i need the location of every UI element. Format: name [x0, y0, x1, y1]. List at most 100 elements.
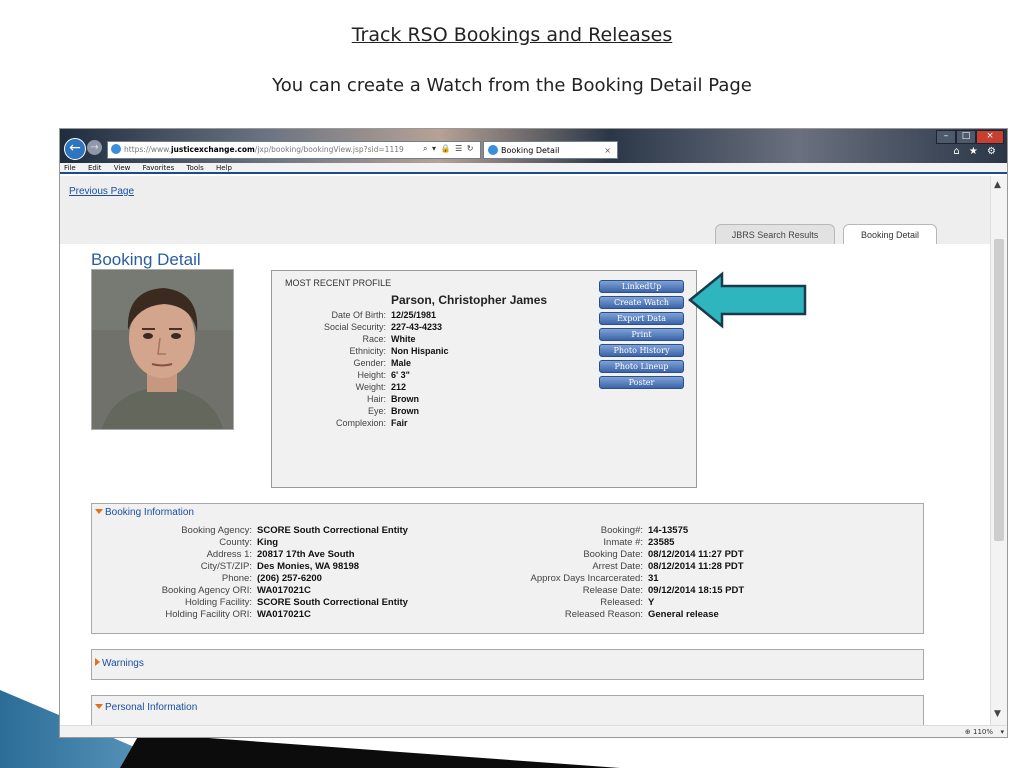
- print-button[interactable]: Print: [599, 328, 684, 341]
- profile-label: Social Security:: [323, 322, 386, 332]
- tab-title: Booking Detail: [501, 146, 560, 155]
- booking-photo: [91, 269, 234, 430]
- warnings-toggle[interactable]: Warnings: [95, 658, 144, 669]
- zoom-icon: ⊕: [964, 728, 971, 736]
- ie-tab-favicon-icon: [488, 145, 498, 155]
- section-heading: Personal Information: [105, 702, 198, 713]
- booking-label: Released:: [600, 597, 643, 608]
- profile-label: Eye:: [367, 406, 386, 416]
- browser-tab-booking-detail[interactable]: Booking Detail ×: [483, 141, 618, 159]
- menu-favorites[interactable]: Favorites: [143, 164, 175, 172]
- menu-edit[interactable]: Edit: [88, 164, 102, 172]
- booking-label: Arrest Date:: [592, 561, 643, 572]
- zoom-level[interactable]: ⊕ 110%: [964, 726, 993, 737]
- url-host: justicexchange.com: [170, 145, 255, 154]
- booking-value: WA017021C: [257, 609, 311, 620]
- menu-tools[interactable]: Tools: [186, 164, 203, 172]
- booking-value: Des Monies, WA 98198: [257, 561, 360, 572]
- maximize-icon[interactable]: □: [956, 130, 976, 144]
- booking-label: County:: [219, 537, 252, 548]
- booking-label: Release Date:: [582, 585, 643, 596]
- previous-page-link[interactable]: Previous Page: [69, 186, 134, 197]
- menu-bar: File Edit View Favorites Tools Help: [60, 163, 1007, 174]
- profile-value: White: [391, 334, 416, 344]
- mugshot-image: [92, 270, 233, 429]
- booking-value: SCORE South Correctional Entity: [257, 525, 408, 536]
- profile-label: Complexion:: [335, 418, 386, 428]
- url-scheme: https://www.: [124, 145, 171, 154]
- booking-value: 23585: [648, 537, 675, 548]
- profile-label: Race:: [362, 334, 386, 344]
- poster-button[interactable]: Poster: [599, 376, 684, 389]
- inmate-name: Parson, Christopher James: [391, 293, 548, 307]
- address-controls-icon[interactable]: ⌕ ▾ 🔒 ☰ ↻: [423, 141, 475, 157]
- booking-value: King: [257, 537, 279, 548]
- scroll-thumb[interactable]: [994, 239, 1004, 541]
- photo-history-button[interactable]: Photo History: [599, 344, 684, 357]
- section-heading: Warnings: [102, 658, 144, 669]
- booking-value: WA017021C: [257, 585, 311, 596]
- linkedup-button[interactable]: LinkedUp: [599, 280, 684, 293]
- slide-subtitle: You can create a Watch from the Booking …: [272, 75, 752, 96]
- booking-information-section: Booking Information Booking Agency: SCORE…: [91, 503, 924, 634]
- booking-value: 09/12/2014 18:15 PDT: [648, 585, 745, 596]
- booking-value: 31: [648, 573, 659, 584]
- forward-arrow-icon[interactable]: →: [87, 140, 102, 155]
- booking-label: Address 1:: [206, 549, 252, 560]
- booking-label: Booking Date:: [583, 549, 643, 560]
- personal-information-section: Personal Information: [91, 695, 924, 725]
- profile-panel: MOST RECENT PROFILE Parson, Christopher …: [271, 270, 697, 488]
- chevron-down-icon[interactable]: ▾: [1000, 726, 1004, 737]
- booking-value: 14-13575: [648, 525, 689, 536]
- profile-label: Hair:: [366, 394, 386, 404]
- profile-value: Brown: [391, 406, 419, 416]
- menu-file[interactable]: File: [64, 164, 76, 172]
- booking-label: Booking#:: [600, 525, 643, 536]
- booking-label: Released Reason:: [564, 609, 643, 620]
- profile-value: 6' 3": [391, 370, 410, 380]
- booking-value: SCORE South Correctional Entity: [257, 597, 408, 608]
- export-data-button[interactable]: Export Data: [599, 312, 684, 325]
- profile-label: Gender:: [353, 358, 386, 368]
- tab-close-icon[interactable]: ×: [604, 142, 611, 160]
- booking-information-toggle[interactable]: Booking Information: [95, 507, 194, 518]
- back-arrow-icon[interactable]: ←: [64, 138, 86, 160]
- minimize-icon[interactable]: –: [936, 130, 956, 144]
- tab-booking-detail[interactable]: Booking Detail: [843, 224, 937, 244]
- warnings-section: Warnings: [91, 649, 924, 680]
- tab-jbrs-search-results[interactable]: JBRS Search Results: [715, 224, 835, 244]
- profile-label: Weight:: [355, 382, 386, 392]
- photo-lineup-button[interactable]: Photo Lineup: [599, 360, 684, 373]
- booking-value: General release: [648, 609, 719, 620]
- menu-view[interactable]: View: [114, 164, 131, 172]
- page-header: Previous Page JBRS Search Results Bookin…: [60, 176, 990, 244]
- booking-value: (206) 257-6200: [257, 573, 322, 584]
- booking-label: Inmate #:: [603, 537, 643, 548]
- status-bar: ⊕ 110% ▾: [60, 725, 1007, 737]
- profile-label: Height:: [357, 370, 386, 380]
- menu-help[interactable]: Help: [216, 164, 232, 172]
- booking-label: Phone:: [221, 573, 252, 584]
- scroll-down-icon[interactable]: ▼: [994, 709, 1001, 719]
- close-window-icon[interactable]: ×: [976, 130, 1004, 144]
- booking-label: Holding Facility:: [184, 597, 252, 608]
- chevron-right-icon: [95, 658, 100, 666]
- booking-value: 08/12/2014 11:28 PDT: [648, 561, 744, 572]
- scroll-up-icon[interactable]: ▲: [994, 180, 1001, 190]
- vertical-scrollbar[interactable]: ▲ ▼: [990, 176, 1007, 725]
- profile-value: 212: [391, 382, 407, 392]
- profile-value: Non Hispanic: [391, 346, 449, 356]
- booking-label: Booking Agency:: [181, 525, 252, 536]
- home-favorites-settings-icon[interactable]: ⌂ ★ ⚙: [953, 146, 999, 157]
- booking-value: 08/12/2014 11:27 PDT: [648, 549, 744, 560]
- booking-label: Holding Facility ORI:: [165, 609, 252, 620]
- booking-label: Booking Agency ORI:: [161, 585, 252, 596]
- zoom-value: 110%: [972, 728, 993, 736]
- slide-title: Track RSO Bookings and Releases: [351, 24, 673, 46]
- booking-value: Y: [648, 597, 655, 608]
- personal-information-toggle[interactable]: Personal Information: [95, 702, 197, 713]
- chevron-down-icon: [95, 704, 103, 709]
- create-watch-button[interactable]: Create Watch: [599, 296, 684, 309]
- browser-titlebar: ← → https://www.justicexchange.com/jxp/b…: [60, 129, 1007, 163]
- profile-value: Brown: [391, 394, 419, 404]
